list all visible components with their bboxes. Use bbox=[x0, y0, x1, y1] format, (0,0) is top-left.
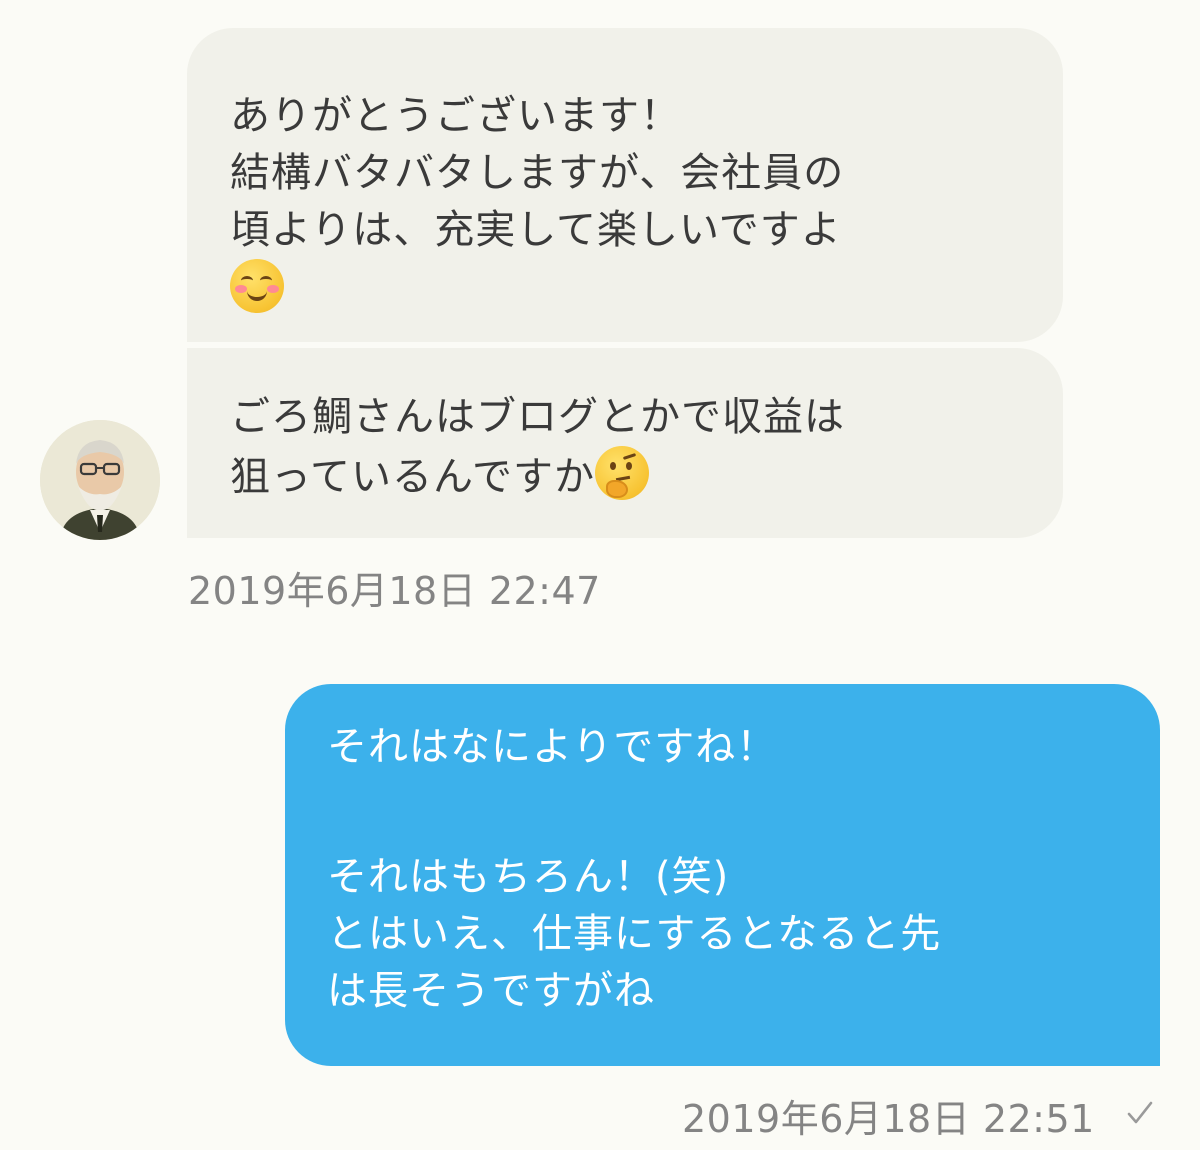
message-line: 頃よりは、充実して楽しいですよ bbox=[230, 207, 842, 253]
message-timestamp: 2019年6月18日 22:47 bbox=[188, 569, 601, 613]
message-text: 狙っているんですか bbox=[230, 454, 595, 500]
outgoing-message-bubble[interactable]: それはなによりですね！ それはもちろん！(笑) とはいえ、仕事にするとなると先 … bbox=[285, 684, 1160, 1066]
checkmark-icon bbox=[1127, 1101, 1153, 1124]
message-line: 結構バタバタしますが、会社員の bbox=[230, 150, 845, 196]
incoming-message-bubble[interactable]: ありがとうございます！ 結構バタバタしますが、会社員の 頃よりは、充実して楽しい… bbox=[187, 28, 1063, 342]
message-line bbox=[230, 259, 1033, 316]
message-line: ありがとうございます！ bbox=[230, 93, 681, 139]
message-line: は長そうですがね bbox=[327, 968, 655, 1014]
avatar-portrait-icon bbox=[40, 420, 160, 540]
message-line: それはもちろん！(笑) bbox=[327, 854, 730, 900]
message-line: とはいえ、仕事にするとなると先 bbox=[327, 911, 942, 957]
smiling-face-with-blush-icon bbox=[230, 259, 284, 313]
message-line: ごろ鯛さんはブログとかで収益は bbox=[230, 394, 845, 440]
thinking-face-icon bbox=[595, 446, 649, 500]
contact-avatar[interactable] bbox=[40, 420, 160, 540]
message-line: 狙っているんですか bbox=[230, 446, 1033, 503]
conversation-thread: ありがとうございます！ 結構バタバタしますが、会社員の 頃よりは、充実して楽しい… bbox=[0, 0, 1200, 1150]
incoming-message-bubble[interactable]: ごろ鯛さんはブログとかで収益は 狙っているんですか bbox=[187, 348, 1063, 538]
message-line: それはなによりですね！ bbox=[327, 724, 778, 770]
message-timestamp: 2019年6月18日 22:51 bbox=[682, 1097, 1095, 1141]
